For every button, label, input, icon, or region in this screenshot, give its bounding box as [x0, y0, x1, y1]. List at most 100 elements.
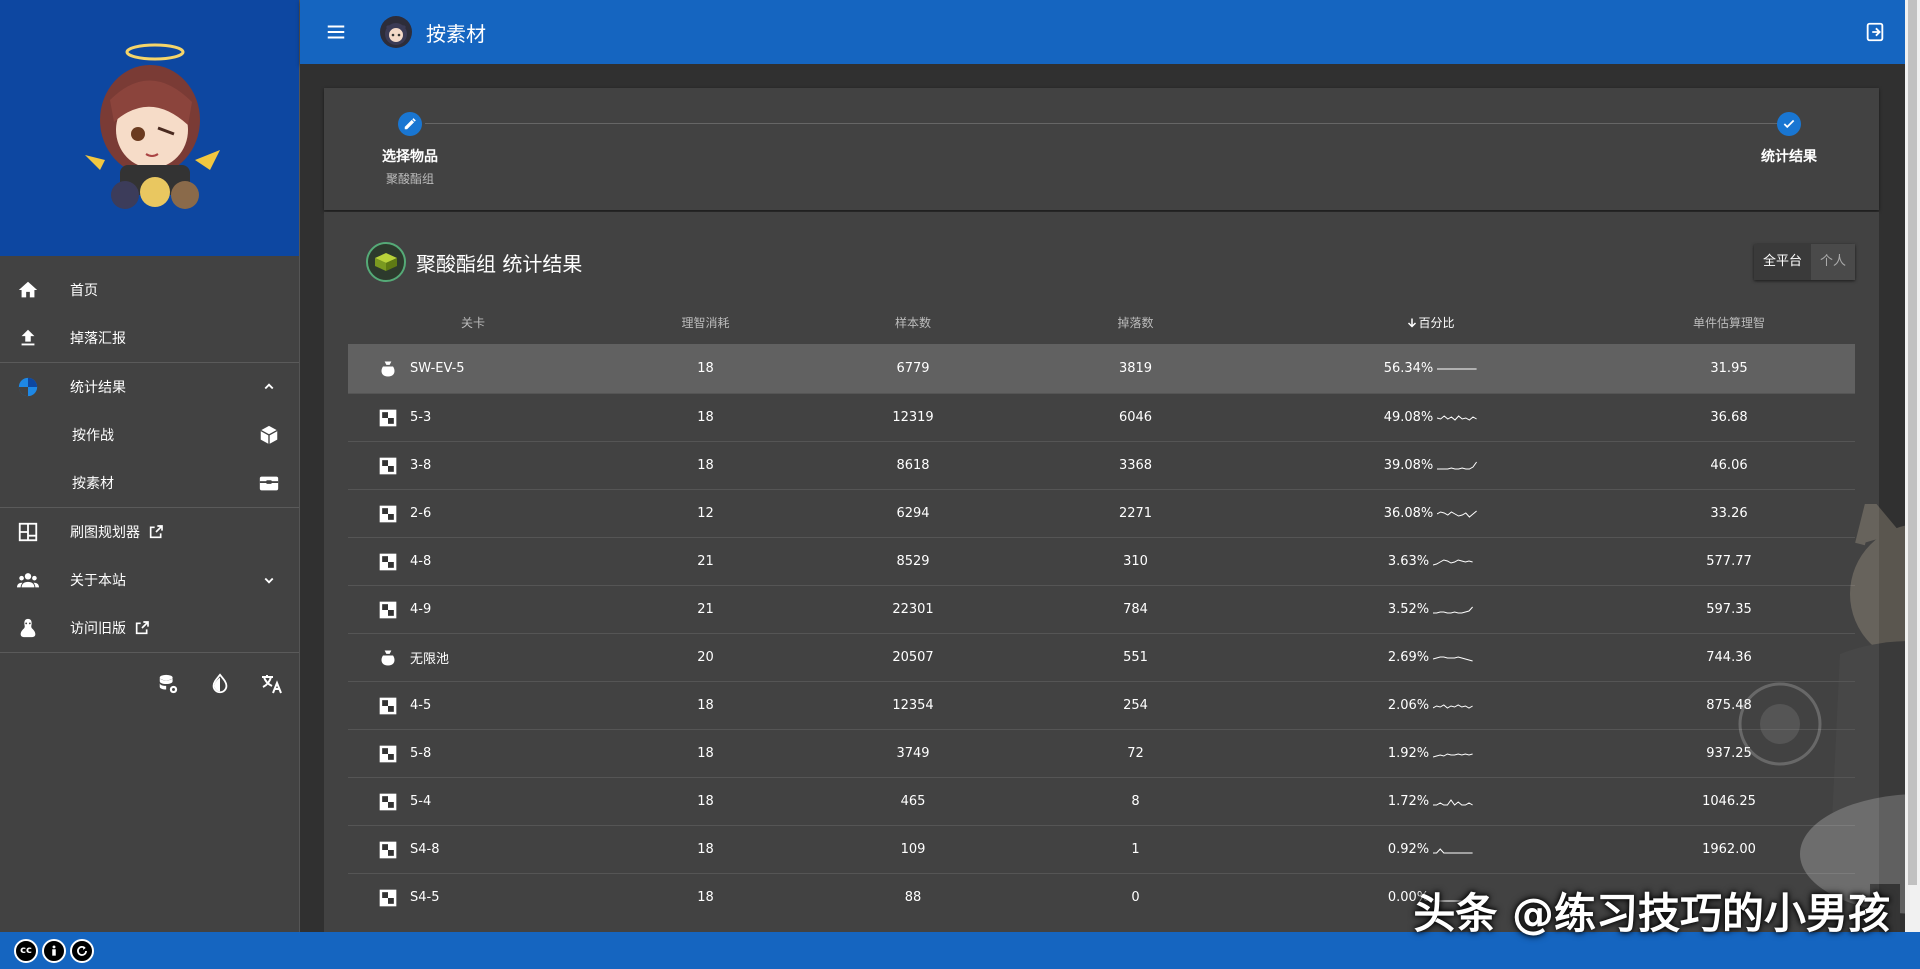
cell-percent: 1.92%: [1258, 746, 1603, 761]
stage-code: 2-6: [410, 506, 432, 521]
cell-drops: 784: [1123, 602, 1148, 617]
table-row[interactable]: S4-8 18 109 1 0.92% 1962.00: [348, 825, 1855, 873]
database-settings-icon[interactable]: [155, 671, 181, 697]
cell-cost: 18: [697, 746, 714, 761]
sidebar-item-label: 访问旧版: [70, 621, 126, 637]
scrollbar-thumb[interactable]: [1908, 0, 1917, 885]
sidebar-item-about[interactable]: 关于本站: [0, 556, 299, 604]
cc-license-icon[interactable]: cc: [14, 938, 38, 963]
cell-percent: 49.08%: [1258, 410, 1603, 425]
stage-grid-icon: [378, 504, 398, 524]
cell-samples: 6294: [896, 506, 930, 521]
header-drops[interactable]: 掉落数: [1013, 314, 1258, 331]
step-select-item[interactable]: 选择物品 聚酸酯组: [382, 112, 438, 187]
cell-cost: 18: [697, 458, 714, 473]
cell-drops: 6046: [1118, 410, 1153, 425]
sidebar-item-stats[interactable]: 统计结果: [0, 363, 299, 411]
stage-grid-icon: [378, 696, 398, 716]
cell-samples: 12354: [892, 698, 934, 713]
trend-sparkline: [1437, 510, 1478, 518]
cell-stage: 4-9: [348, 600, 598, 620]
cell-cost: 18: [697, 890, 714, 905]
chevron-down-icon[interactable]: [257, 568, 281, 592]
table-row[interactable]: SW-EV-5 18 6779 3819 56.34% 31.95: [348, 344, 1855, 393]
cell-percent: 2.69%: [1258, 650, 1603, 665]
toggle-all-platform[interactable]: 全平台: [1753, 244, 1811, 280]
chevron-up-icon[interactable]: [257, 375, 281, 399]
sidebar: 首页 掉落汇报 统计结果 按作战 按素材 刷图规划器 关于本站 访问旧版: [0, 0, 300, 932]
table-row[interactable]: 4-8 21 8529 310 3.63% 577.77: [348, 537, 1855, 585]
header-percent-label: 百分比: [1418, 315, 1455, 330]
table-row[interactable]: 5-8 18 3749 72 1.92% 937.25: [348, 729, 1855, 777]
stage-grid-icon: [378, 600, 398, 620]
cell-cost: 18: [697, 794, 714, 809]
cell-drops: 254: [1123, 698, 1148, 713]
cell-cost: 21: [697, 554, 714, 569]
sidebar-item-planner[interactable]: 刷图规划器: [0, 508, 299, 556]
trend-sparkline: [1433, 703, 1473, 709]
sidebar-item-label: 关于本站: [70, 573, 126, 589]
legacy-icon: [16, 616, 40, 640]
cell-samples: 20507: [892, 650, 934, 665]
mascot-avatar-icon: [85, 43, 220, 209]
stage-code: 5-8: [410, 746, 432, 761]
cell-stage: SW-EV-5: [348, 359, 598, 379]
edit-icon: [398, 112, 422, 136]
sidebar-item-label: 首页: [70, 283, 98, 299]
theme-drop-icon[interactable]: [207, 671, 233, 697]
cell-samples: 22301: [892, 602, 934, 617]
cell-ap: 31.95: [1710, 361, 1748, 376]
cell-samples: 8529: [896, 554, 930, 569]
polyester-pack-icon: [366, 242, 406, 282]
external-link-icon: [149, 525, 163, 539]
drop-bag-icon: [378, 359, 398, 379]
sidebar-item-report[interactable]: 掉落汇报: [0, 314, 299, 362]
stage-code: 无限池: [410, 652, 450, 667]
percent-value: 56.34%: [1383, 361, 1434, 376]
sidebar-item-by-item[interactable]: 按素材: [0, 459, 299, 507]
stage-grid-icon: [378, 552, 398, 572]
translate-icon[interactable]: [259, 671, 285, 697]
header-percent[interactable]: 百分比: [1258, 314, 1603, 331]
page-scrollbar[interactable]: [1905, 0, 1920, 932]
percent-value: 0.92%: [1387, 842, 1430, 857]
logout-button[interactable]: [1857, 14, 1893, 50]
sidebar-item-label: 统计结果: [70, 380, 126, 396]
cc-by-icon[interactable]: [42, 938, 66, 963]
stage-grid-icon: [378, 888, 398, 908]
step-results[interactable]: 统计结果: [1761, 112, 1817, 166]
cell-cost: 21: [697, 602, 714, 617]
cell-cost: 18: [697, 410, 714, 425]
cell-stage: 无限池: [348, 648, 598, 668]
header-samples[interactable]: 样本数: [813, 314, 1013, 331]
percent-value: 36.08%: [1383, 506, 1434, 521]
cell-cost: 18: [697, 361, 714, 376]
cell-drops: 551: [1123, 650, 1148, 665]
table-row[interactable]: 无限池 20 20507 551 2.69% 744.36: [348, 633, 1855, 681]
people-icon: [16, 568, 40, 592]
stage-code: 5-3: [410, 410, 432, 425]
cell-stage: 5-3: [348, 408, 598, 428]
menu-button[interactable]: [312, 8, 360, 56]
table-row[interactable]: 2-6 12 6294 2271 36.08% 33.26: [348, 489, 1855, 537]
step-sublabel: 聚酸酯组: [385, 172, 434, 186]
table-row[interactable]: 3-8 18 8618 3368 39.08% 46.06: [348, 441, 1855, 489]
step-label: 统计结果: [1761, 149, 1817, 165]
toggle-personal[interactable]: 个人: [1810, 244, 1855, 280]
table-row[interactable]: 5-4 18 465 8 1.72% 1046.25: [348, 777, 1855, 825]
stage-grid-icon: [378, 408, 398, 428]
cc-sa-icon[interactable]: [70, 938, 94, 963]
table-row[interactable]: 5-3 18 12319 6046 49.08% 36.68: [348, 393, 1855, 441]
table-row[interactable]: 4-9 21 22301 784 3.52% 597.35: [348, 585, 1855, 633]
sidebar-item-label: 按作战: [72, 428, 114, 444]
header-stage[interactable]: 关卡: [348, 314, 598, 331]
table-header: 关卡 理智消耗 样本数 掉落数 百分比 单件估算理智: [348, 300, 1855, 344]
sidebar-item-by-stage[interactable]: 按作战: [0, 411, 299, 459]
logout-icon: [1866, 22, 1884, 42]
table-row[interactable]: 4-5 18 12354 254 2.06% 875.48: [348, 681, 1855, 729]
header-cost[interactable]: 理智消耗: [598, 314, 813, 331]
header-ap[interactable]: 单件估算理智: [1603, 314, 1855, 331]
sidebar-item-home[interactable]: 首页: [0, 266, 299, 314]
stage-grid-icon: [378, 792, 398, 812]
sidebar-item-legacy[interactable]: 访问旧版: [0, 604, 299, 652]
